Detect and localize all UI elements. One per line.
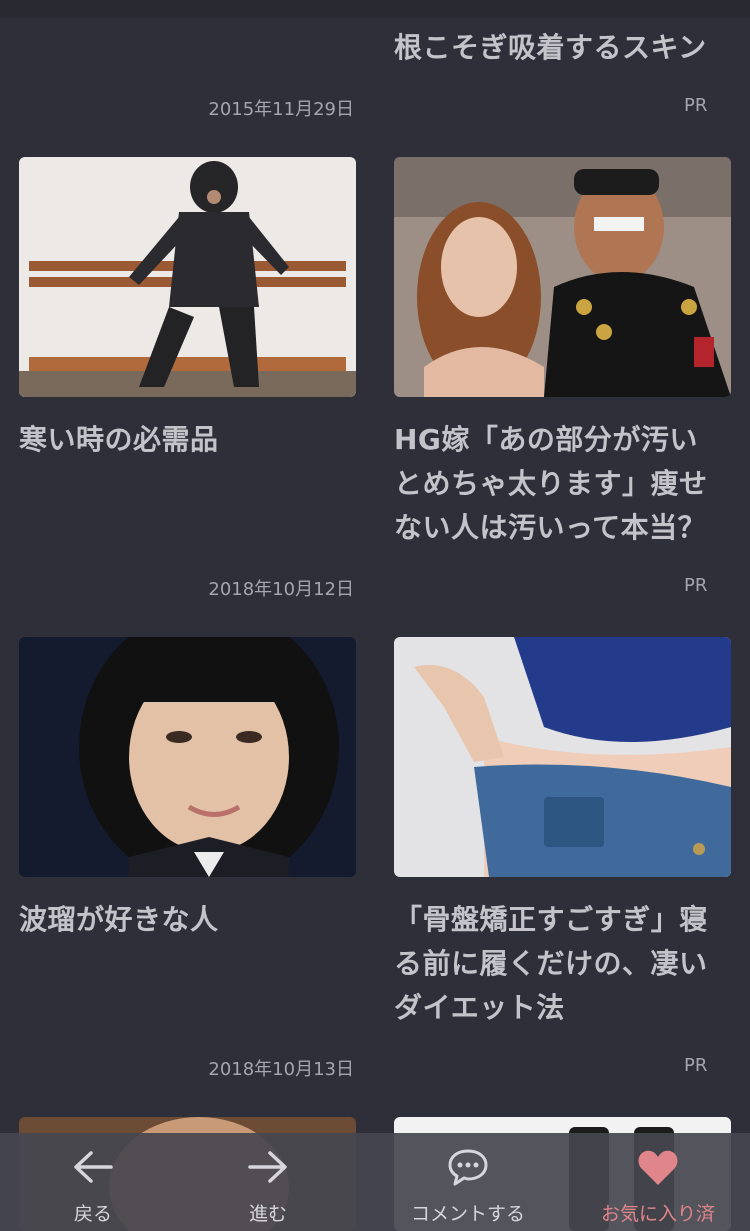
favorite-button[interactable]: お気に入り済	[588, 1133, 728, 1231]
photo-black-clad-person	[19, 157, 356, 397]
back-button[interactable]: 戻る	[43, 1133, 143, 1231]
pr-badge: PR	[684, 575, 708, 596]
speech-bubble-icon	[446, 1147, 490, 1193]
comment-button[interactable]: コメントする	[398, 1133, 538, 1231]
article-thumbnail[interactable]	[19, 157, 356, 397]
pr-badge: PR	[684, 1055, 708, 1076]
favorite-label: お気に入り済	[600, 1203, 715, 1225]
article-title[interactable]: 寒い時の必需品	[19, 418, 356, 462]
arrow-left-icon	[71, 1147, 115, 1191]
top-strip	[0, 0, 750, 18]
article-title[interactable]: 根こそぎ吸着するスキン	[394, 26, 731, 70]
forward-label: 進む	[248, 1203, 287, 1225]
back-label: 戻る	[73, 1203, 112, 1225]
arrow-right-icon	[246, 1147, 290, 1191]
pr-badge: PR	[684, 95, 708, 116]
article-title-line[interactable]: ない人は汚いって本当？	[394, 506, 731, 550]
article-thumbnail[interactable]	[394, 637, 731, 877]
article-card[interactable]: 寒い時の必需品	[19, 418, 356, 462]
article-title-line[interactable]: 「骨盤矯正すごすぎ」寝	[394, 898, 731, 942]
article-card[interactable]: 波瑠が好きな人	[19, 898, 356, 942]
article-thumbnail[interactable]	[394, 157, 731, 397]
article-date: 2018年10月13日	[208, 1059, 354, 1080]
article-title-line[interactable]: る前に履くだけの、凄い	[394, 942, 731, 986]
article-date: 2018年10月12日	[208, 579, 354, 600]
photo-couple	[394, 157, 731, 397]
article-title-line[interactable]: とめちゃ太ります」痩せ	[394, 462, 731, 506]
comment-label: コメントする	[410, 1203, 525, 1225]
article-date: 2015年11月29日	[208, 99, 354, 120]
article-card[interactable]: 「骨盤矯正すごすぎ」寝 る前に履くだけの、凄い ダイエット法	[394, 898, 731, 1030]
article-card-partial[interactable]: 根こそぎ吸着するスキン	[394, 26, 731, 70]
article-thumbnail[interactable]	[19, 637, 356, 877]
bottom-nav-bar: 戻る 進む コメントする お気に入り済	[0, 1133, 750, 1231]
article-card[interactable]: HG嫁「あの部分が汚い とめちゃ太ります」痩せ ない人は汚いって本当？	[394, 418, 731, 550]
article-title[interactable]: 波瑠が好きな人	[19, 898, 356, 942]
photo-woman-portrait	[19, 637, 356, 877]
article-title-line[interactable]: ダイエット法	[394, 986, 731, 1030]
heart-icon	[636, 1147, 680, 1191]
article-title-line[interactable]: HG嫁「あの部分が汚い	[394, 418, 731, 462]
photo-jeans-waist	[394, 637, 731, 877]
forward-button[interactable]: 進む	[218, 1133, 318, 1231]
